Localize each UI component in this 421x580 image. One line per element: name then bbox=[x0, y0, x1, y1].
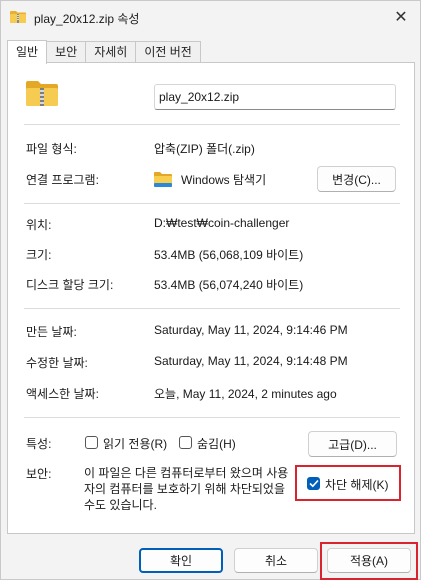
security-label: 보안: bbox=[26, 467, 52, 481]
change-button[interactable]: 변경(C)... bbox=[317, 166, 396, 192]
tab-security[interactable]: 보안 bbox=[46, 41, 87, 63]
tab-details[interactable]: 자세히 bbox=[85, 41, 137, 63]
hidden-checkbox[interactable] bbox=[179, 436, 192, 449]
size-label: 크기: bbox=[26, 248, 52, 262]
accessed-value: 오늘, May 11, 2024, 2 minutes ago bbox=[154, 387, 337, 401]
ok-button[interactable]: 확인 bbox=[139, 548, 223, 573]
created-value: Saturday, May 11, 2024, 9:14:46 PM bbox=[154, 323, 348, 337]
general-panel: 파일 형식: 압축(ZIP) 폴더(.zip) 연결 프로그램: Windows… bbox=[7, 62, 415, 534]
close-button[interactable]: ✕ bbox=[388, 5, 414, 29]
window-title: play_20x12.zip 속성 bbox=[34, 12, 140, 26]
opens-with-label: 연결 프로그램: bbox=[26, 173, 99, 187]
readonly-checkbox[interactable] bbox=[85, 436, 98, 449]
security-warning-text: 이 파일은 다른 컴퓨터로부터 왔으며 사용자의 컴퓨터를 보호하기 위해 차단… bbox=[84, 466, 289, 512]
size-on-disk-value: 53.4MB (56,074,240 바이트) bbox=[154, 278, 304, 292]
divider bbox=[24, 124, 400, 125]
divider bbox=[24, 308, 400, 309]
unblock-checkbox[interactable] bbox=[307, 477, 320, 490]
file-name-input[interactable] bbox=[154, 84, 396, 110]
file-type-value: 압축(ZIP) 폴더(.zip) bbox=[154, 142, 255, 156]
accessed-label: 액세스한 날짜: bbox=[26, 387, 99, 401]
attributes-label: 특성: bbox=[26, 437, 52, 451]
properties-dialog: play_20x12.zip 속성 ✕ 일반 보안 자세히 이전 버전 파일 형… bbox=[0, 0, 421, 580]
tab-previous-versions[interactable]: 이전 버전 bbox=[135, 41, 201, 63]
location-label: 위치: bbox=[26, 218, 52, 232]
tab-bar: 일반 보안 자세히 이전 버전 bbox=[7, 40, 201, 64]
opens-with-value: Windows 탐색기 bbox=[181, 173, 267, 187]
modified-label: 수정한 날짜: bbox=[26, 356, 88, 370]
file-type-label: 파일 형식: bbox=[26, 142, 77, 156]
title-bar: play_20x12.zip 속성 ✕ bbox=[1, 1, 420, 35]
readonly-label[interactable]: 읽기 전용(R) bbox=[103, 435, 167, 452]
cancel-button[interactable]: 취소 bbox=[234, 548, 318, 573]
apply-button[interactable]: 적용(A) bbox=[327, 548, 411, 573]
unblock-highlight: 차단 해제(K) bbox=[295, 465, 401, 501]
tab-general[interactable]: 일반 bbox=[7, 40, 48, 64]
hidden-label[interactable]: 숨김(H) bbox=[197, 435, 236, 452]
checkmark-icon bbox=[308, 479, 319, 488]
divider bbox=[24, 203, 400, 204]
file-explorer-icon bbox=[154, 172, 172, 187]
unblock-label[interactable]: 차단 해제(K) bbox=[325, 476, 389, 493]
zip-folder-icon bbox=[10, 11, 26, 23]
modified-value: Saturday, May 11, 2024, 9:14:48 PM bbox=[154, 354, 348, 368]
size-on-disk-label: 디스크 할당 크기: bbox=[26, 278, 114, 292]
zip-folder-icon bbox=[26, 81, 58, 106]
close-icon: ✕ bbox=[394, 9, 408, 26]
size-value: 53.4MB (56,068,109 바이트) bbox=[154, 248, 304, 262]
divider bbox=[24, 417, 400, 418]
advanced-button[interactable]: 고급(D)... bbox=[308, 431, 397, 457]
location-value: D:₩test₩coin-challenger bbox=[154, 216, 290, 230]
created-label: 만든 날짜: bbox=[26, 325, 77, 339]
